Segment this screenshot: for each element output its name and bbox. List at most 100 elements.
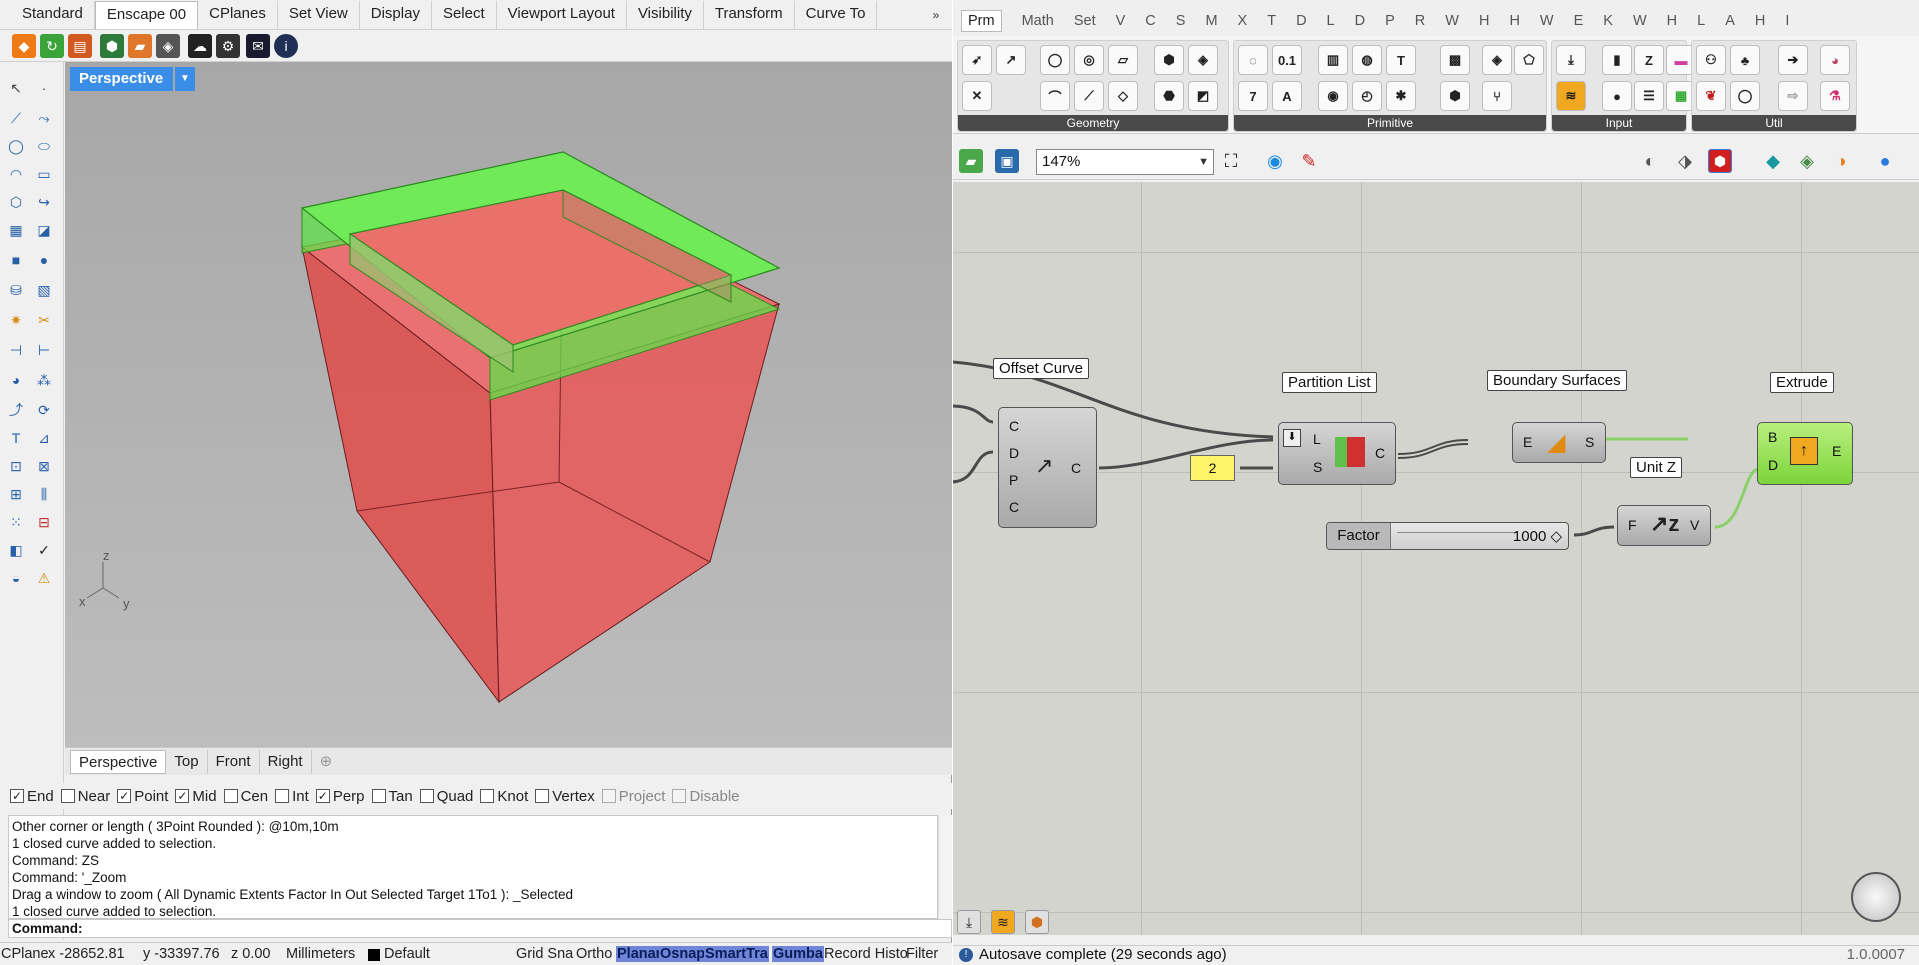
checkbox-icon[interactable]: ✓: [175, 789, 190, 803]
geometry-curve-icon[interactable]: ⌒: [1040, 81, 1070, 111]
tab-curve-tools[interactable]: Curve To: [795, 1, 878, 29]
osnap-disable[interactable]: Disable: [672, 788, 740, 805]
enscape-sync-icon[interactable]: ↻: [40, 34, 64, 58]
osnap-tan[interactable]: Tan: [371, 788, 413, 805]
util-forward-icon[interactable]: ⇨: [1778, 81, 1808, 111]
curve-icon[interactable]: ⤳: [32, 106, 56, 130]
gh-tab-7[interactable]: X: [1238, 13, 1248, 29]
group-icon[interactable]: ⁂: [32, 368, 56, 392]
osnap-mid[interactable]: ✓ Mid: [175, 788, 217, 805]
input-button-icon[interactable]: ●: [1602, 81, 1632, 111]
unit-z-component[interactable]: F ↗z V: [1617, 505, 1711, 546]
arc-icon[interactable]: ◠: [4, 162, 28, 186]
primitive-shape-icon[interactable]: ⬠: [1514, 45, 1544, 75]
status-gumball[interactable]: Gumba: [772, 946, 824, 962]
array-icon[interactable]: ⊞: [4, 482, 28, 506]
trim-icon[interactable]: ✂: [32, 308, 56, 332]
util-flask-icon[interactable]: ⚗: [1820, 81, 1850, 111]
osnap-quad[interactable]: Quad: [419, 788, 473, 805]
ribbon-label-util[interactable]: Util: [1692, 115, 1856, 131]
util-sphere-icon[interactable]: ◕: [1820, 45, 1850, 75]
primitive-matrix-icon[interactable]: ▩: [1440, 45, 1470, 75]
gh-tab-3[interactable]: V: [1116, 13, 1126, 29]
enscape-gear-icon[interactable]: ⚙: [216, 34, 240, 58]
enscape-start-icon[interactable]: ◆: [12, 34, 36, 58]
gh-tab-10[interactable]: L: [1327, 13, 1335, 29]
gh-tab-24[interactable]: H: [1755, 13, 1765, 29]
status-layer[interactable]: Default: [384, 946, 430, 962]
sketch-icon[interactable]: ✎: [1297, 149, 1321, 173]
cylinder-icon[interactable]: ⛁: [4, 278, 28, 302]
gh-tab-22[interactable]: L: [1697, 13, 1705, 29]
partition-list-component[interactable]: ⬇ L S C: [1278, 422, 1396, 485]
geometry-arc-icon[interactable]: ◎: [1074, 45, 1104, 75]
mesh-icon[interactable]: ▧: [32, 278, 56, 302]
move-icon[interactable]: ⤴: [4, 398, 28, 422]
primitive-hex-icon[interactable]: ⬢: [1440, 81, 1470, 111]
status-units[interactable]: Millimeters: [286, 946, 355, 962]
slider-track[interactable]: [1397, 532, 1517, 533]
display-mode-icon[interactable]: ●: [1873, 149, 1897, 173]
input-list-icon[interactable]: ☰: [1634, 81, 1664, 111]
command-prompt[interactable]: Command:: [8, 919, 952, 938]
open-file-icon[interactable]: ▰: [959, 149, 983, 173]
bake-icon[interactable]: ◈: [1795, 149, 1819, 173]
polyline-icon[interactable]: ⟋: [4, 106, 28, 130]
checkbox-icon[interactable]: [535, 789, 550, 803]
factor-slider[interactable]: Factor 1000 ◇: [1326, 522, 1569, 550]
grid-icon[interactable]: ⁙: [4, 510, 28, 534]
geometry-box-icon[interactable]: ⬢: [1154, 45, 1184, 75]
primitive-complex-icon[interactable]: ◉: [1318, 81, 1348, 111]
gh-tab-19[interactable]: K: [1603, 13, 1613, 29]
offset-curve-component[interactable]: C D P C ↗ C: [998, 407, 1097, 528]
tab-display[interactable]: Display: [360, 1, 432, 29]
primitive-domain-icon[interactable]: ▥: [1318, 45, 1348, 75]
vtab-top[interactable]: Top: [166, 749, 208, 774]
polygon-icon[interactable]: ⬡: [4, 190, 28, 214]
input-import-icon[interactable]: ⤓: [1556, 45, 1586, 75]
primitive-boolean-icon[interactable]: ◌: [1238, 45, 1268, 75]
enscape-settings-icon[interactable]: ▤: [68, 34, 92, 58]
primitive-field-icon[interactable]: ◈: [1482, 45, 1512, 75]
checkbox-icon[interactable]: [672, 789, 687, 803]
canvas-navigation-icon[interactable]: [1851, 872, 1901, 922]
gh-tab-9[interactable]: D: [1296, 13, 1306, 29]
gh-tab-17[interactable]: W: [1540, 13, 1554, 29]
command-scrollbar[interactable]: [938, 815, 952, 919]
gh-tab-4[interactable]: C: [1145, 13, 1155, 29]
light-icon[interactable]: ⚠: [32, 566, 56, 590]
osnap-knot[interactable]: Knot: [480, 788, 528, 805]
expand-icon[interactable]: ⬇: [1283, 429, 1301, 447]
shade-icon[interactable]: ◒: [4, 566, 28, 590]
util-glasses-icon[interactable]: ⚇: [1696, 45, 1726, 75]
gh-tab-15[interactable]: H: [1479, 13, 1489, 29]
ribbon-label-primitive[interactable]: Primitive: [1234, 115, 1546, 131]
surface-icon[interactable]: ▦: [4, 218, 28, 242]
osnap-perp[interactable]: ✓ Perp: [315, 788, 365, 805]
enscape-asset-icon[interactable]: ⬢: [100, 34, 124, 58]
viewport-title[interactable]: Perspective: [70, 67, 173, 91]
mesh-settings-icon[interactable]: ◆: [1761, 149, 1785, 173]
zoom-select[interactable]: 147% ▼: [1036, 149, 1214, 175]
ellipse-icon[interactable]: ⬭: [32, 134, 56, 158]
zoom-extents-icon[interactable]: ⛶: [1219, 149, 1243, 173]
checkbox-icon[interactable]: ✓: [315, 789, 330, 803]
viewport-dropdown-icon[interactable]: ▼: [175, 67, 195, 91]
geometry-surface-icon[interactable]: ▱: [1108, 45, 1138, 75]
dimension-icon[interactable]: ⊿: [32, 426, 56, 450]
util-tree-icon[interactable]: ♣: [1730, 45, 1760, 75]
tab-set-view[interactable]: Set View: [278, 1, 360, 29]
vtab-right[interactable]: Right: [260, 749, 312, 774]
gh-tab-6[interactable]: M: [1205, 13, 1217, 29]
enscape-render-icon[interactable]: ▰: [128, 34, 152, 58]
input-graph-icon[interactable]: ≋: [1556, 81, 1586, 111]
tabs-overflow-icon[interactable]: »: [927, 4, 945, 26]
gh-tab-0[interactable]: Prm: [961, 10, 1002, 32]
tab-viewport-layout[interactable]: Viewport Layout: [497, 1, 627, 29]
status-smarttrack[interactable]: SmartTra: [704, 946, 769, 962]
input-slider-icon[interactable]: Z: [1634, 45, 1664, 75]
gh-tab-14[interactable]: W: [1445, 13, 1459, 29]
checkbox-icon[interactable]: [275, 789, 290, 803]
primitive-text-icon[interactable]: T: [1386, 45, 1416, 75]
enscape-panorama-icon[interactable]: ◈: [156, 34, 180, 58]
